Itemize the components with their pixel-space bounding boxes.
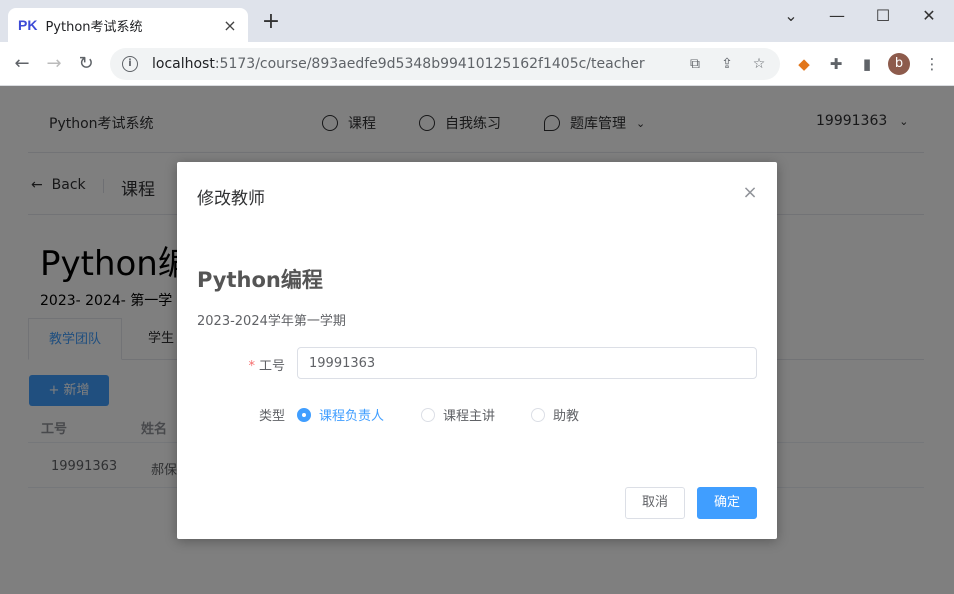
radio-unchecked-icon <box>421 407 435 422</box>
close-icon[interactable]: × <box>742 182 758 203</box>
address-bar[interactable]: i localhost:5173/course/893aedfe9d5348b9… <box>110 48 780 80</box>
tab-search-icon[interactable]: ⌄ <box>768 6 814 26</box>
side-panel-icon[interactable]: ▮ <box>857 54 877 74</box>
menu-kebab-icon[interactable]: ⋮ <box>922 54 942 74</box>
radio-course-leader[interactable]: 课程负责人 <box>297 405 384 424</box>
type-label: 类型 <box>258 409 285 424</box>
browser-tab[interactable]: PK Python考试系统 × <box>8 8 248 42</box>
translate-icon[interactable]: ⧉ <box>686 55 704 73</box>
radio-assistant[interactable]: 助教 <box>531 405 579 424</box>
teacher-id-label: * 工号 <box>248 359 285 374</box>
favicon-icon: PK <box>18 17 38 33</box>
browser-toolbar: ← → ↻ i localhost:5173/course/893aedfe9d… <box>0 42 954 86</box>
browser-tab-bar: PK Python考试系统 × + ⌄ — ☐ ✕ <box>0 0 954 42</box>
confirm-button[interactable]: 确定 <box>697 487 757 519</box>
radio-lead-lecturer[interactable]: 课程主讲 <box>421 405 495 424</box>
close-window-button[interactable]: ✕ <box>906 6 952 26</box>
forward-arrow-icon[interactable]: → <box>42 52 66 76</box>
reload-icon[interactable]: ↻ <box>74 52 98 76</box>
close-tab-icon[interactable]: × <box>222 16 238 35</box>
radio-checked-icon <box>297 407 311 422</box>
edit-teacher-dialog: 修改教师 × Python编程 2023-2024学年第一学期 *工号 类型 课… <box>177 162 777 539</box>
extensions-puzzle-icon[interactable]: ✚ <box>826 54 846 74</box>
required-asterisk: * <box>248 359 255 374</box>
dialog-term: 2023-2024学年第一学期 <box>197 314 346 329</box>
site-info-icon[interactable]: i <box>122 56 138 72</box>
back-arrow-icon[interactable]: ← <box>10 52 34 76</box>
tab-title: Python考试系统 <box>45 19 143 35</box>
cancel-button[interactable]: 取消 <box>625 487 685 519</box>
new-tab-button[interactable]: + <box>260 11 282 34</box>
minimize-button[interactable]: — <box>814 6 860 26</box>
bookmark-star-icon[interactable]: ☆ <box>750 55 768 73</box>
maximize-button[interactable]: ☐ <box>860 6 906 26</box>
profile-avatar[interactable]: b <box>888 53 910 75</box>
url-text[interactable]: localhost:5173/course/893aedfe9d5348b994… <box>152 56 672 72</box>
dialog-course-name: Python编程 <box>197 268 323 292</box>
teacher-id-input[interactable] <box>297 347 757 379</box>
metamask-extension-icon[interactable]: ◆ <box>794 54 814 74</box>
share-icon[interactable]: ⇪ <box>718 55 736 73</box>
dialog-title: 修改教师 <box>197 189 265 209</box>
radio-unchecked-icon <box>531 407 545 422</box>
